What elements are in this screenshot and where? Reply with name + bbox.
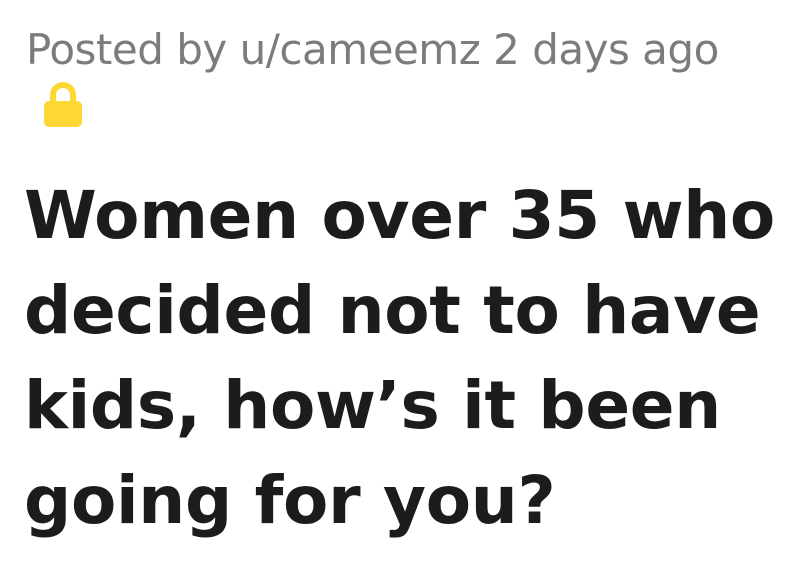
post-age: 2 days ago bbox=[493, 25, 719, 74]
post-title[interactable]: Women over 35 who decided not to have ki… bbox=[24, 168, 784, 548]
post-card: Posted by u/cameemz 2 days ago Women ove… bbox=[0, 0, 791, 571]
post-title-line: kids, how’s it been bbox=[24, 367, 721, 444]
post-author-link[interactable]: u/cameemz bbox=[240, 25, 481, 74]
post-title-line: going for you? bbox=[24, 462, 556, 539]
lock-icon bbox=[42, 80, 84, 128]
post-title-line: decided not to have bbox=[24, 272, 761, 349]
post-title-line: Women over 35 who bbox=[24, 177, 775, 254]
posted-by-label: Posted by bbox=[26, 25, 227, 74]
post-meta: Posted by u/cameemz 2 days ago bbox=[26, 22, 719, 78]
